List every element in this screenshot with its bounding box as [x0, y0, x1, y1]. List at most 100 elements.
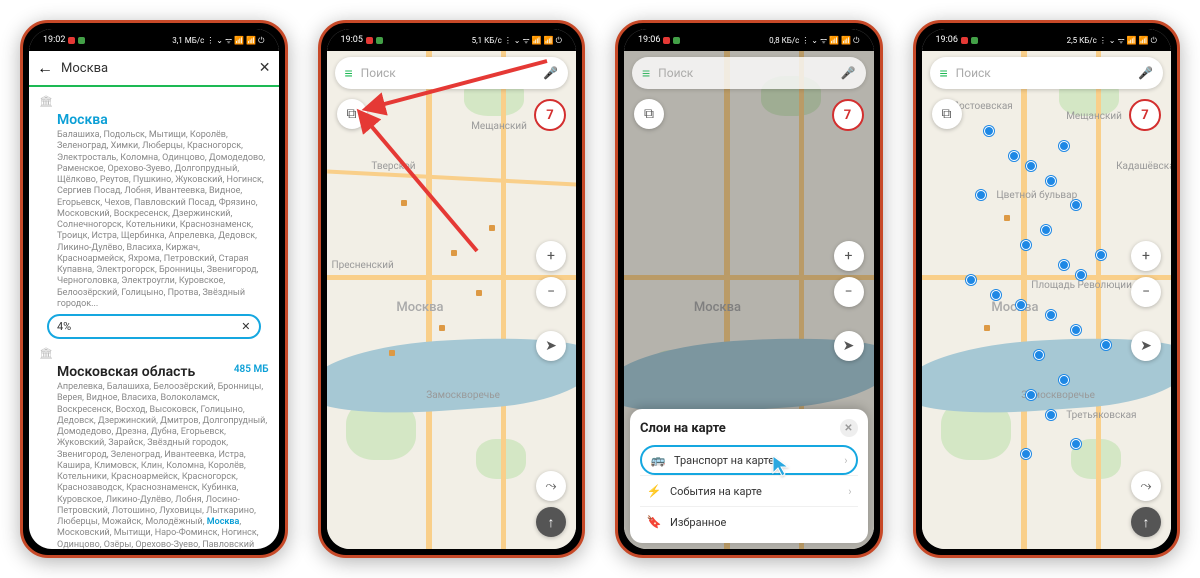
phone-2: 19:05 5,1 КБ/с ⋮ ⌄ ᯤ 📶 📶 ⏻ Москва Замо [318, 20, 586, 558]
layers-button[interactable]: ⧉ [634, 99, 664, 129]
search-pill[interactable]: ≡ Поиск 🎤 [930, 57, 1164, 89]
sheet-title: Слои на карте [640, 421, 726, 436]
map-label-moscow: Москва [396, 300, 443, 315]
notif-dot-red [663, 37, 670, 44]
locate-icon: ➤ [545, 338, 557, 354]
layer-row-events[interactable]: ⚡ События на карте › [640, 475, 858, 506]
layers-icon: ⧉ [942, 106, 952, 122]
notif-dot-red [961, 37, 968, 44]
layer-events-label: События на карте [670, 485, 762, 498]
status-bar: 19:06 2,5 КБ/с ⋮ ⌄ ᯤ 📶 📶 ⏻ [922, 29, 1172, 51]
minus-icon: − [1142, 284, 1150, 300]
traffic-badge[interactable]: 7 [1129, 99, 1161, 131]
status-icons: ⋮ ⌄ ᯤ 📶 📶 ⏻ [504, 35, 562, 46]
screen-4: 19:06 2,5 КБ/с ⋮ ⌄ ᯤ 📶 📶 ⏻ Москва Замоск… [922, 29, 1172, 549]
region-title-moscow[interactable]: Москва [57, 112, 269, 128]
clear-icon[interactable]: ✕ [259, 60, 271, 76]
cancel-download-icon[interactable]: ✕ [241, 320, 250, 333]
back-icon[interactable]: ← [37, 58, 53, 78]
menu-icon[interactable]: ≡ [642, 65, 650, 82]
screen-1: 19:02 3,1 МБ/с ⋮ ⌄ ᯤ 📶 📶 ⏻ ← Москва ✕ 🏛 … [29, 29, 279, 549]
layer-row-fav[interactable]: 🔖 Избранное [640, 506, 858, 537]
map-label-zamo: Замоскворечье [426, 390, 500, 401]
bookmark-icon: 🔖 [646, 515, 662, 529]
notif-dot-green [376, 37, 383, 44]
locate-button[interactable]: ➤ [834, 331, 864, 361]
status-bar: 19:05 5,1 КБ/с ⋮ ⌄ ᯤ 📶 📶 ⏻ [327, 29, 577, 51]
map[interactable]: Москва Замоскворечье Тверской Пресненски… [327, 51, 577, 549]
zoom-out-button[interactable]: − [536, 277, 566, 307]
notif-dot-green [971, 37, 978, 44]
phone-4: 19:06 2,5 КБ/с ⋮ ⌄ ᯤ 📶 📶 ⏻ Москва Замоск… [913, 20, 1181, 558]
notif-dot-red [366, 37, 373, 44]
close-icon: ✕ [844, 423, 852, 434]
locate-button[interactable]: ➤ [536, 331, 566, 361]
mic-icon[interactable]: 🎤 [1138, 66, 1153, 80]
traffic-badge[interactable]: 7 [832, 99, 864, 131]
up-icon: ↑ [548, 514, 555, 531]
status-time: 19:06 [638, 35, 660, 45]
locate-icon: ➤ [843, 338, 855, 354]
search-placeholder[interactable]: Поиск [956, 66, 1130, 80]
screen-2: 19:05 5,1 КБ/с ⋮ ⌄ ᯤ 📶 📶 ⏻ Москва Замо [327, 29, 577, 549]
phone-3: 19:06 0,8 КБ/с ⋮ ⌄ ᯤ 📶 📶 ⏻ Москва ≡ [615, 20, 883, 558]
chevron-right-icon: › [844, 454, 847, 467]
route-button[interactable]: ⤳ [1131, 471, 1161, 501]
zoom-out-button[interactable]: − [834, 277, 864, 307]
route-icon: ⤳ [1140, 478, 1151, 494]
layers-icon: ⧉ [644, 106, 654, 122]
building-icon: 🏛 [39, 347, 53, 360]
map[interactable]: Москва Замоскворечье Мещанский Цветной б… [922, 51, 1172, 549]
scroll-up-button[interactable]: ↑ [536, 507, 566, 537]
route-button[interactable]: ⤳ [536, 471, 566, 501]
zoom-out-button[interactable]: − [1131, 277, 1161, 307]
plus-icon: + [845, 248, 853, 264]
status-time: 19:05 [341, 35, 363, 45]
search-pill[interactable]: ≡ Поиск 🎤 [632, 57, 866, 89]
search-placeholder[interactable]: Поиск [658, 66, 832, 80]
minus-icon: − [844, 284, 852, 300]
map-label-ploshchad: Площадь Революции [1031, 280, 1132, 291]
map-label-tsvet: Цветной бульвар [996, 190, 1077, 201]
notif-dot-green [78, 37, 85, 44]
layers-button[interactable]: ⧉ [932, 99, 962, 129]
status-bar: 19:06 0,8 КБ/с ⋮ ⌄ ᯤ 📶 📶 ⏻ [624, 29, 874, 51]
download-progress[interactable]: 4% ✕ [47, 314, 261, 339]
layer-row-transport[interactable]: 🚌 Транспорт на карте › [640, 445, 858, 475]
layer-transport-label: Транспорт на карте [674, 454, 774, 467]
status-bar: 19:02 3,1 МБ/с ⋮ ⌄ ᯤ 📶 📶 ⏻ [29, 29, 279, 51]
region-cities-oblast: Апрелевка, Балашиха, Белоозёрский, Бронн… [57, 382, 269, 549]
regions-list[interactable]: 🏛 Москва Балашиха, Подольск, Мытищи, Кор… [29, 87, 279, 549]
map-label-tretyak: Третьяковская [1066, 410, 1136, 421]
notif-dot-red [68, 37, 75, 44]
status-icons: ⋮ ⌄ ᯤ 📶 📶 ⏻ [1099, 35, 1157, 46]
screen-3: 19:06 0,8 КБ/с ⋮ ⌄ ᯤ 📶 📶 ⏻ Москва ≡ [624, 29, 874, 549]
status-net: 0,8 КБ/с [769, 36, 799, 45]
status-icons: ⋮ ⌄ ᯤ 📶 📶 ⏻ [206, 35, 264, 46]
layer-fav-label: Избранное [670, 516, 726, 529]
progress-value: 4% [57, 320, 71, 333]
map-label-moscow: Москва [991, 300, 1038, 315]
notif-dot-green [673, 37, 680, 44]
menu-icon[interactable]: ≡ [940, 65, 948, 82]
mic-icon[interactable]: 🎤 [841, 66, 856, 80]
up-icon: ↑ [1143, 514, 1150, 531]
sheet-title-row: Слои на карте ✕ [640, 419, 858, 437]
zoom-in-button[interactable]: + [1131, 241, 1161, 271]
phone-1: 19:02 3,1 МБ/с ⋮ ⌄ ᯤ 📶 📶 ⏻ ← Москва ✕ 🏛 … [20, 20, 288, 558]
status-time: 19:06 [936, 35, 958, 45]
annotation-arrows [347, 51, 557, 271]
minus-icon: − [547, 284, 555, 300]
flash-icon: ⚡ [646, 484, 662, 498]
locate-button[interactable]: ➤ [1131, 331, 1161, 361]
status-icons: ⋮ ⌄ ᯤ 📶 📶 ⏻ [801, 35, 859, 46]
map[interactable]: Москва ≡ Поиск 🎤 ⧉ 7 + − ➤ Слои на карте… [624, 51, 874, 549]
building-icon: 🏛 [39, 95, 53, 108]
sheet-close-button[interactable]: ✕ [840, 419, 858, 437]
region-oblast-label: Московская область [57, 364, 195, 380]
scroll-up-button[interactable]: ↑ [1131, 507, 1161, 537]
zoom-in-button[interactable]: + [834, 241, 864, 271]
search-input[interactable]: Москва [61, 61, 251, 76]
region-title-oblast[interactable]: Московская область 485 МБ [57, 364, 269, 380]
layers-sheet: Слои на карте ✕ 🚌 Транспорт на карте › ⚡… [630, 409, 868, 543]
